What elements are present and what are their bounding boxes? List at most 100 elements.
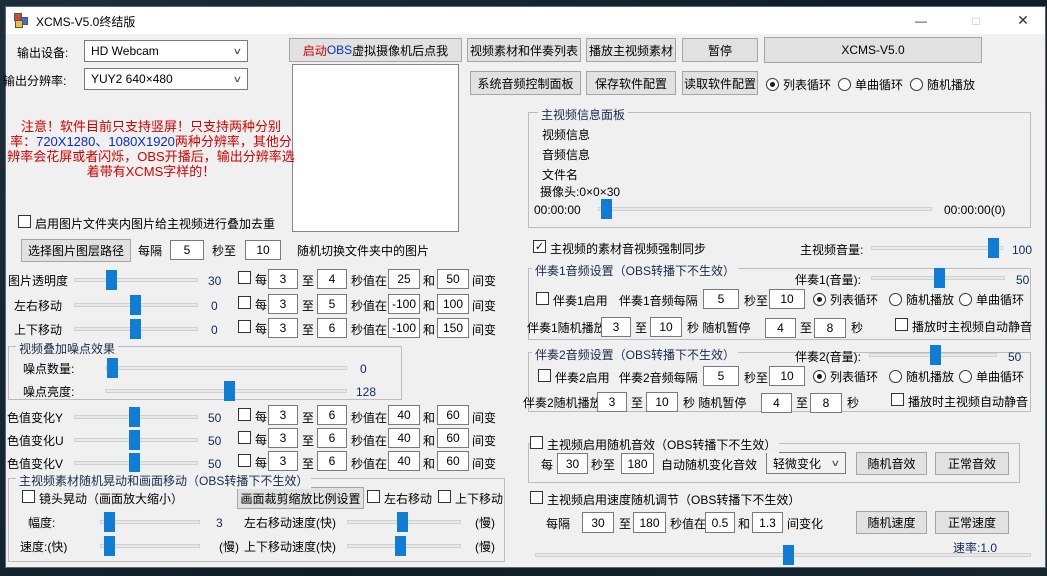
radio-single-loop[interactable]: 单曲循环	[838, 76, 903, 93]
save-config-button[interactable]: 保存软件配置	[586, 71, 676, 95]
color-u-min-input[interactable]: 40	[388, 428, 420, 448]
accomp2-every-min-input[interactable]: 5	[703, 366, 739, 386]
radio-random-play[interactable]: 随机播放	[910, 76, 975, 93]
slider-thumb[interactable]	[129, 407, 140, 427]
radio-list-loop[interactable]: 列表循环	[766, 76, 831, 93]
accomp2-every-max-input[interactable]: 10	[769, 366, 805, 386]
start-obs-button[interactable]: 启动OBS虚拟摄像机后点我	[289, 38, 462, 62]
move-lr-min-input[interactable]: -100	[388, 294, 420, 314]
accomp2-p2-input[interactable]: 8	[810, 393, 842, 413]
fx-max-input[interactable]: 180	[621, 453, 654, 474]
move-ud-min-input[interactable]: -100	[388, 318, 420, 338]
ud-speed-slider[interactable]	[347, 536, 461, 556]
accomp1-volume-slider[interactable]	[871, 268, 1005, 288]
slider-thumb[interactable]	[783, 545, 794, 565]
switch-seconds-min-input[interactable]: 5	[170, 240, 204, 260]
color-y-max-input[interactable]: 60	[437, 405, 469, 425]
accomp1-r2-input[interactable]: 10	[650, 317, 682, 337]
video-material-list-button[interactable]: 视频素材和伴奏列表	[467, 38, 581, 62]
color-y-min-input[interactable]: 40	[388, 405, 420, 425]
crop-scale-button[interactable]: 画面裁剪缩放比例设置	[237, 487, 364, 509]
accomp2-mute-checkbox[interactable]: 播放时主视频自动静音	[891, 393, 1028, 410]
normal-fx-button[interactable]: 正常音效	[935, 452, 1009, 475]
opacity-min-input[interactable]: 25	[388, 269, 420, 289]
slider-thumb[interactable]	[934, 268, 945, 288]
color-y-e1-input[interactable]: 3	[268, 405, 298, 425]
accomp1-enable-checkbox[interactable]: 伴奏1启用	[536, 292, 608, 309]
slider-thumb[interactable]	[104, 512, 115, 532]
slider-thumb[interactable]	[107, 358, 118, 378]
move-lr-slider[interactable]	[74, 295, 198, 315]
accomp1-list-loop-radio[interactable]: 列表循环	[813, 291, 878, 308]
move-lr-e1-input[interactable]: 3	[268, 294, 298, 314]
accomp2-random-radio[interactable]: 随机播放	[889, 368, 954, 385]
slider-track[interactable]	[105, 366, 347, 370]
slider-thumb[interactable]	[397, 512, 408, 532]
color-u-slider[interactable]	[74, 430, 198, 450]
slider-thumb[interactable]	[130, 295, 141, 315]
fx-min-input[interactable]: 30	[557, 453, 588, 474]
choose-image-path-button[interactable]: 选择图片图层路径	[21, 239, 131, 262]
opacity-vary-checkbox[interactable]: 每	[238, 271, 267, 288]
accomp2-volume-slider[interactable]	[869, 345, 997, 365]
material-listbox[interactable]	[292, 64, 459, 232]
move-lr-max-input[interactable]: 100	[437, 294, 469, 314]
color-y-vary-checkbox[interactable]: 每	[238, 408, 267, 425]
move-lr-vary-checkbox[interactable]: 每	[238, 296, 267, 313]
move-ud-slider[interactable]	[74, 319, 198, 339]
slider-thumb[interactable]	[129, 430, 140, 450]
slider-thumb[interactable]	[601, 199, 612, 219]
accomp2-p1-input[interactable]: 4	[761, 393, 792, 413]
system-audio-panel-button[interactable]: 系统音频控制面板	[470, 71, 581, 95]
noise-bright-slider[interactable]	[105, 381, 347, 401]
slider-track[interactable]	[871, 246, 1003, 250]
noise-count-slider[interactable]	[105, 358, 347, 378]
main-volume-slider[interactable]	[871, 238, 1003, 258]
accomp1-r1-input[interactable]: 3	[601, 317, 631, 337]
camera-shake-checkbox[interactable]: 镜头晃动（画面放大缩小）	[22, 490, 183, 507]
color-v-min-input[interactable]: 40	[388, 451, 420, 471]
color-y-slider[interactable]	[74, 407, 198, 427]
accomp2-r1-input[interactable]: 3	[597, 392, 627, 412]
play-main-video-button[interactable]: 播放主视频素材	[586, 38, 676, 62]
color-u-max-input[interactable]: 60	[437, 428, 469, 448]
random-fx-button[interactable]: 随机音效	[856, 452, 927, 475]
accomp1-random-radio[interactable]: 随机播放	[889, 291, 954, 308]
speed-every-min-input[interactable]: 30	[582, 512, 614, 533]
slider-thumb[interactable]	[395, 536, 406, 556]
speed-max-input[interactable]: 1.3	[752, 512, 783, 533]
slider-thumb[interactable]	[130, 319, 141, 339]
xcms-button[interactable]: XCMS-V5.0	[764, 37, 982, 63]
color-y-e2-input[interactable]: 6	[317, 405, 347, 425]
slider-track[interactable]	[100, 544, 200, 548]
accomp2-enable-checkbox[interactable]: 伴奏2启用	[538, 369, 610, 386]
speed-min-input[interactable]: 0.5	[705, 512, 735, 533]
color-u-e2-input[interactable]: 6	[317, 428, 347, 448]
move-ud-e2-input[interactable]: 6	[317, 318, 347, 338]
slider-track[interactable]	[74, 278, 198, 282]
normal-speed-button[interactable]: 正常速度	[935, 511, 1009, 534]
color-v-vary-checkbox[interactable]: 每	[238, 454, 267, 471]
accomp1-every-min-input[interactable]: 5	[703, 289, 739, 309]
output-device-select[interactable]: HD Webcam ∨	[84, 40, 248, 62]
move-ud-e1-input[interactable]: 3	[268, 318, 298, 338]
amplitude-slider[interactable]	[100, 512, 200, 532]
slider-thumb[interactable]	[104, 536, 115, 556]
slider-track[interactable]	[598, 207, 932, 211]
image-overlay-checkbox[interactable]: 启用图片文件夹内图片给主视频进行叠加去重	[18, 215, 275, 232]
color-u-vary-checkbox[interactable]: 每	[238, 431, 267, 448]
switch-seconds-max-input[interactable]: 10	[245, 240, 281, 260]
move-ud-max-input[interactable]: 150	[437, 318, 469, 338]
speed-enable-checkbox[interactable]: 主视频启用速度随机调节（OBS转播下不生效）	[530, 491, 800, 508]
shake-lr-checkbox[interactable]: 左右移动	[367, 490, 432, 507]
move-lr-e2-input[interactable]: 5	[317, 294, 347, 314]
accomp2-list-loop-radio[interactable]: 列表循环	[813, 368, 878, 385]
random-speed-button[interactable]: 随机速度	[856, 511, 927, 534]
lr-speed-slider[interactable]	[347, 512, 461, 532]
color-v-e2-input[interactable]: 6	[317, 451, 347, 471]
slider-thumb[interactable]	[988, 238, 999, 258]
speed-slider[interactable]	[535, 545, 1031, 565]
accomp1-every-max-input[interactable]: 10	[769, 289, 805, 309]
fx-enable-checkbox[interactable]: 主视频启用随机音效（OBS转播下不生效）	[530, 436, 779, 453]
slider-thumb[interactable]	[106, 270, 117, 290]
